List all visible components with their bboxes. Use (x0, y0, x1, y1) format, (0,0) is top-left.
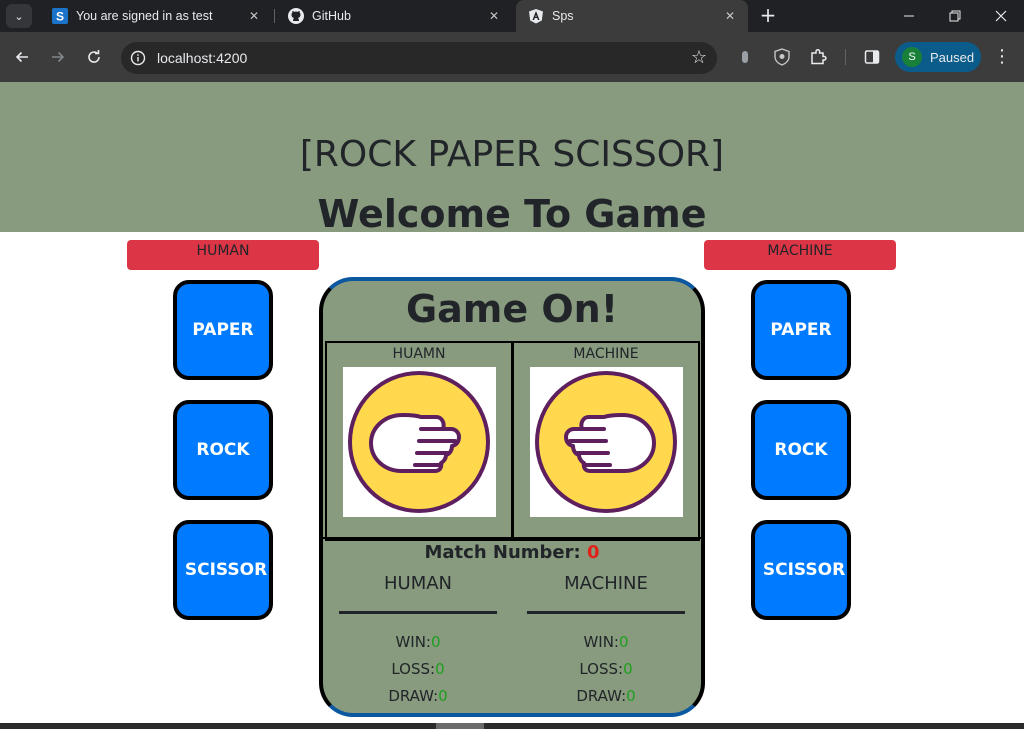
more-menu-icon[interactable]: ⋮ (992, 46, 1012, 68)
human-label: HUMAN (127, 240, 319, 270)
tab-search-button[interactable]: ⌄ (6, 4, 32, 28)
human-loss-stat: LOSS:0 (391, 660, 445, 678)
svg-text:S: S (56, 10, 64, 24)
chevron-down-icon: ⌄ (14, 9, 24, 23)
window-close-button[interactable] (978, 0, 1024, 32)
human-loss-value: 0 (435, 660, 445, 678)
github-icon (288, 8, 304, 24)
reload-button[interactable] (81, 44, 107, 70)
forward-button[interactable] (45, 44, 71, 70)
machine-loss-value: 0 (623, 660, 633, 678)
match-number-value: 0 (586, 542, 600, 563)
browser-toolbar: localhost:4200 ☆ S Paused ⋮ (0, 32, 1024, 82)
profile-button[interactable]: S Paused (895, 42, 981, 72)
tab-github[interactable]: GitHub ✕ (276, 0, 512, 32)
machine-draw-value: 0 (626, 687, 636, 705)
back-button[interactable] (9, 44, 35, 70)
tab-sps[interactable]: Sps ✕ (516, 0, 748, 32)
human-pick-cell: HUAMN (325, 341, 513, 541)
match-label: Match Number: (424, 542, 581, 563)
machine-scissor-button[interactable]: SCISSOR (751, 520, 851, 620)
page-title: [ROCK PAPER SCISSOR] (299, 134, 725, 175)
machine-paper-button[interactable]: PAPER (751, 280, 851, 380)
profile-status: Paused (930, 49, 975, 65)
human-draw-value: 0 (438, 687, 448, 705)
machine-rock-button[interactable]: ROCK (751, 400, 851, 500)
bookmark-star-icon[interactable]: ☆ (691, 47, 707, 68)
human-pick-label: HUAMN (392, 346, 446, 362)
toolbar-divider (845, 49, 846, 65)
human-rock-button[interactable]: ROCK (173, 400, 273, 500)
shield-icon[interactable] (772, 47, 792, 67)
tab-divider (274, 9, 275, 23)
reload-icon (88, 50, 100, 63)
human-win-stat: WIN:0 (395, 633, 441, 651)
tab-signed-in[interactable]: S You are signed in as test ✕ (40, 0, 272, 32)
new-tab-button[interactable]: + (757, 4, 779, 26)
paper-hand-icon (530, 367, 683, 517)
tab-title: GitHub (312, 9, 351, 23)
machine-loss-stat: LOSS:0 (579, 660, 633, 678)
board-title: Game On! (405, 287, 619, 331)
extension-icon[interactable] (735, 47, 755, 67)
page-subtitle: Welcome To Game (317, 192, 707, 236)
human-draw-stat: DRAW:0 (388, 687, 448, 705)
human-score-heading: HUMAN (383, 573, 453, 594)
avatar: S (902, 47, 922, 67)
machine-score-heading: MACHINE (564, 573, 648, 594)
board-divider (323, 537, 701, 539)
match-number: Match Number: 0 (323, 542, 701, 563)
restore-button[interactable] (932, 0, 978, 32)
s-logo-icon: S (52, 8, 68, 24)
machine-win-stat: WIN:0 (583, 633, 629, 651)
angular-logo-icon (528, 8, 544, 24)
side-panel-icon[interactable] (862, 47, 882, 67)
human-win-value: 0 (430, 633, 441, 651)
close-icon[interactable]: ✕ (246, 8, 262, 24)
minimize-button[interactable] (886, 0, 932, 32)
tab-title: Sps (552, 9, 574, 23)
machine-draw-stat: DRAW:0 (576, 687, 636, 705)
url-text: localhost:4200 (157, 50, 248, 66)
machine-pick-cell: MACHINE (512, 341, 700, 541)
hero-banner: [ROCK PAPER SCISSOR] Welcome To Game (0, 82, 1024, 236)
close-icon[interactable]: ✕ (486, 8, 502, 24)
machine-label: MACHINE (704, 240, 896, 270)
arrow-right-icon (52, 51, 65, 63)
arrow-left-icon (15, 51, 28, 63)
horizontal-scrollbar[interactable] (0, 723, 1024, 729)
tab-title: You are signed in as test (76, 9, 213, 23)
close-icon[interactable]: ✕ (722, 8, 738, 24)
address-bar[interactable]: localhost:4200 ☆ (121, 42, 717, 74)
paper-hand-icon (343, 367, 496, 517)
human-scissor-button[interactable]: SCISSOR (173, 520, 273, 620)
browser-tab-bar: ⌄ S You are signed in as test ✕ GitHub ✕… (0, 0, 1024, 32)
machine-pick-label: MACHINE (573, 346, 639, 362)
human-score-divider (339, 611, 497, 614)
puzzle-extensions-icon[interactable] (808, 47, 828, 67)
machine-win-value: 0 (618, 633, 629, 651)
site-info-icon[interactable] (130, 50, 146, 66)
scrollbar-thumb[interactable] (436, 723, 484, 729)
machine-score-divider (527, 611, 685, 614)
page-viewport: [ROCK PAPER SCISSOR] Welcome To Game HUM… (0, 82, 1024, 723)
human-paper-button[interactable]: PAPER (173, 280, 273, 380)
game-board: Game On! HUAMN MACHINE Match Number: 0 H… (319, 277, 705, 717)
